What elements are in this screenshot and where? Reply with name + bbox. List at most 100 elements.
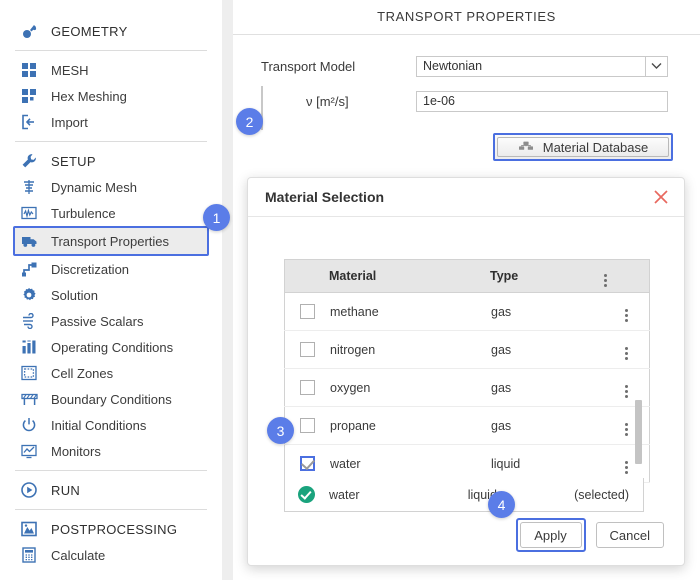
row-checkbox-checked[interactable] — [299, 455, 315, 472]
sidebar-item-passive-scalars[interactable]: Passive Scalars — [15, 308, 207, 334]
postprocessing-icon — [16, 519, 42, 539]
selected-status-label: (selected) — [574, 487, 629, 502]
row-checkbox[interactable] — [299, 418, 315, 434]
sidebar-item-postprocessing[interactable]: POSTPROCESSING — [15, 516, 207, 542]
sidebar-item-cell-zones[interactable]: Cell Zones — [15, 360, 207, 386]
table-scrollbar-thumb[interactable] — [635, 400, 642, 464]
material-database-button[interactable]: Material Database — [493, 133, 673, 161]
sidebar-item-discretization[interactable]: Discretization — [15, 256, 207, 282]
material-database-label: Material Database — [542, 139, 649, 155]
step-badge-4: 4 — [488, 491, 515, 518]
step-badge-2: 2 — [236, 108, 263, 135]
material-table: Material Type methane gas nitrogen gas o… — [284, 259, 650, 483]
kebab-icon — [624, 309, 628, 322]
dialog-header: Material Selection — [248, 178, 684, 217]
sidebar-item-label: Transport Properties — [51, 233, 170, 249]
sidebar-item-run[interactable]: RUN — [15, 477, 207, 503]
selected-material-row: water liquid (selected) — [284, 478, 644, 512]
row-kebab-menu[interactable] — [603, 406, 650, 445]
table-header-row: Material Type — [284, 259, 650, 293]
sidebar-item-label: Initial Conditions — [51, 417, 147, 433]
sidebar-item-label: Import — [51, 114, 88, 130]
dynamic-mesh-icon — [16, 177, 42, 197]
transport-model-row: Transport Model Newtonian — [261, 55, 691, 77]
initial-conditions-icon — [16, 415, 42, 435]
monitors-icon — [16, 441, 42, 461]
material-table-wrapper: Material Type methane gas nitrogen gas o… — [284, 259, 650, 483]
row-checkbox-cell[interactable] — [284, 292, 329, 331]
selected-material-type: liquid — [467, 487, 497, 502]
sidebar-item-mesh[interactable]: MESH — [15, 57, 207, 83]
sidebar-item-turbulence[interactable]: Turbulence — [15, 200, 207, 226]
table-row[interactable]: nitrogen gas — [284, 330, 650, 369]
sidebar-item-label: Dynamic Mesh — [51, 179, 137, 195]
row-material: nitrogen — [329, 330, 490, 369]
nu-label: ν [m²/s] — [306, 93, 349, 109]
sidebar-divider — [15, 470, 207, 471]
hex-meshing-icon — [16, 86, 42, 106]
sidebar-item-label: Boundary Conditions — [51, 391, 172, 407]
row-type: gas — [490, 330, 603, 369]
step-badge-3: 3 — [267, 417, 294, 444]
sidebar-item-label: Passive Scalars — [51, 313, 144, 329]
passive-scalars-icon — [16, 311, 42, 331]
close-icon[interactable] — [650, 186, 672, 208]
kebab-icon — [604, 273, 607, 287]
sidebar-item-label: Monitors — [51, 443, 101, 459]
row-kebab-menu[interactable] — [603, 330, 650, 369]
chevron-down-icon[interactable] — [645, 55, 667, 77]
table-row[interactable]: propane gas — [284, 406, 650, 445]
row-checkbox[interactable] — [299, 342, 315, 358]
check-circle-icon — [298, 486, 315, 503]
row-type: gas — [490, 292, 603, 331]
transport-model-select[interactable]: Newtonian — [416, 55, 668, 77]
sidebar-item-label: RUN — [51, 482, 81, 498]
table-row[interactable]: methane gas — [284, 292, 650, 331]
page-title: TRANSPORT PROPERTIES — [377, 9, 556, 24]
row-type: liquid — [490, 444, 603, 483]
calculate-icon — [16, 545, 42, 565]
row-checkbox-cell[interactable] — [284, 444, 329, 483]
row-kebab-menu[interactable] — [603, 444, 650, 483]
sidebar-item-solution[interactable]: Solution — [15, 282, 207, 308]
sidebar-item-transport-properties[interactable]: Transport Properties — [13, 226, 209, 256]
sidebar-item-import[interactable]: Import — [15, 109, 207, 135]
table-row[interactable]: oxygen gas — [284, 368, 650, 407]
row-checkbox[interactable] — [299, 304, 315, 320]
nu-input[interactable]: 1e-06 — [416, 90, 668, 112]
sidebar-item-initial-conditions[interactable]: Initial Conditions — [15, 412, 207, 438]
nu-row: ν [m²/s] 1e-06 — [261, 90, 691, 112]
row-kebab-menu[interactable] — [603, 292, 650, 331]
sidebar-item-hex-meshing[interactable]: Hex Meshing — [15, 83, 207, 109]
sidebar-item-calculate[interactable]: Calculate — [15, 542, 207, 568]
kebab-icon — [624, 423, 628, 436]
row-checkbox[interactable] — [299, 380, 315, 396]
apply-button[interactable]: Apply — [519, 522, 582, 548]
dialog-actions: Apply Cancel — [515, 518, 664, 552]
solution-gear-icon — [16, 285, 42, 305]
sidebar-item-label: POSTPROCESSING — [51, 521, 178, 537]
sidebar-item-dynamic-mesh[interactable]: Dynamic Mesh — [15, 174, 207, 200]
kebab-icon — [624, 461, 628, 474]
table-row[interactable]: water liquid — [284, 444, 650, 483]
header-kebab-menu[interactable] — [603, 259, 650, 293]
sidebar-item-boundary-conditions[interactable]: Boundary Conditions — [15, 386, 207, 412]
operating-conditions-icon — [16, 337, 42, 357]
header-material: Material — [329, 259, 490, 293]
sidebar-item-setup[interactable]: SETUP — [15, 148, 207, 174]
sidebar-item-monitors[interactable]: Monitors — [15, 438, 207, 464]
sidebar-item-operating-conditions[interactable]: Operating Conditions — [15, 334, 207, 360]
row-kebab-menu[interactable] — [603, 368, 650, 407]
row-material: water — [329, 444, 490, 483]
sidebar-item-label: MESH — [51, 62, 89, 78]
row-checkbox-cell[interactable] — [284, 330, 329, 369]
sidebar-divider — [15, 509, 207, 510]
cancel-button[interactable]: Cancel — [595, 522, 664, 548]
sidebar-item-geometry[interactable]: GEOMETRY — [15, 18, 207, 44]
material-selection-dialog: Material Selection Material Type methane… — [247, 177, 685, 566]
sidebar-item-label: Calculate — [51, 547, 106, 563]
row-checkbox-cell[interactable] — [284, 368, 329, 407]
cell-zones-icon — [16, 363, 42, 383]
transport-truck-icon — [16, 231, 42, 251]
turbulence-icon — [16, 203, 42, 223]
